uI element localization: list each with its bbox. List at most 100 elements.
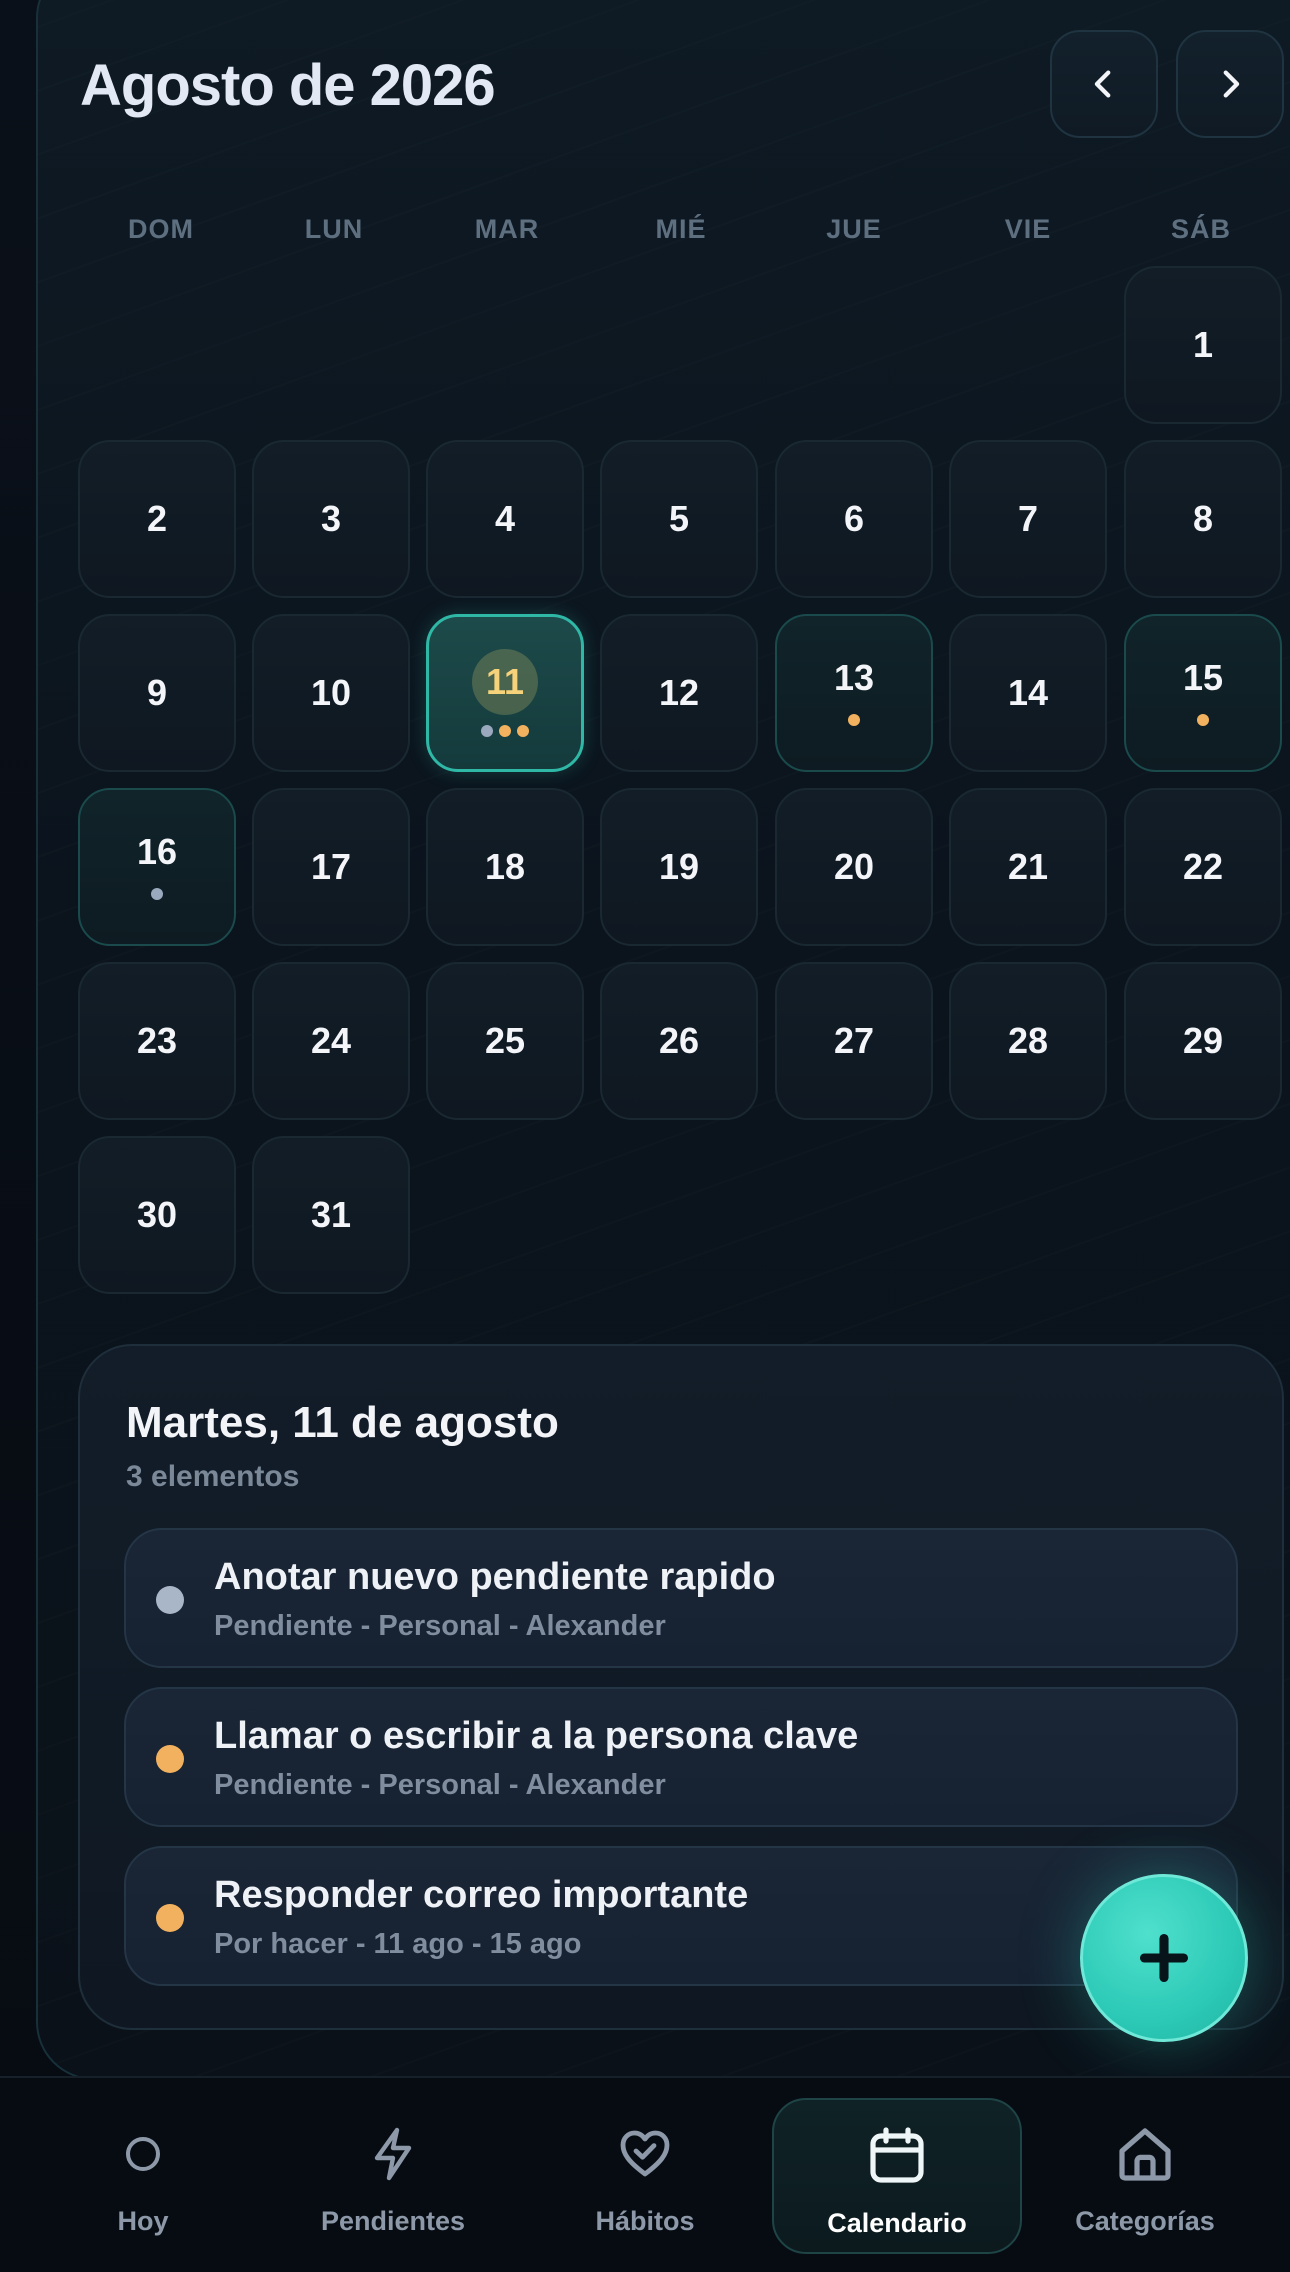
calendar-day[interactable]: 17 xyxy=(252,788,410,946)
weekday-tue: MAR xyxy=(474,214,540,244)
weekday-sun: DOM xyxy=(128,214,194,244)
calendar-day[interactable]: 22 xyxy=(1124,788,1282,946)
day-number: 3 xyxy=(320,498,342,539)
calendar-day[interactable]: 18 xyxy=(426,788,584,946)
day-number: 7 xyxy=(1017,498,1039,539)
event-dot xyxy=(151,888,163,900)
calendar-day[interactable]: 10 xyxy=(252,614,410,772)
agenda-item-meta: Por hacer - 11 ago - 15 ago xyxy=(214,1928,582,1960)
agenda-item[interactable]: Anotar nuevo pendiente rapido Pendiente … xyxy=(124,1528,1238,1668)
weekday-sat: SÁB xyxy=(1170,214,1231,244)
calendar-day[interactable]: 23 xyxy=(78,962,236,1120)
day-number: 11 xyxy=(472,649,538,715)
calendar-day[interactable]: 2 xyxy=(78,440,236,598)
calendar-day[interactable]: 1 xyxy=(1124,266,1282,424)
calendar-day[interactable]: 5 xyxy=(600,440,758,598)
status-dot xyxy=(156,1745,184,1773)
calendar-day[interactable]: 20 xyxy=(775,788,933,946)
agenda-item[interactable]: Llamar o escribir a la persona clave Pen… xyxy=(124,1687,1238,1827)
tab-label: Hábitos xyxy=(595,2206,695,2236)
calendar-day[interactable]: 14 xyxy=(949,614,1107,772)
calendar-day[interactable]: 8 xyxy=(1124,440,1282,598)
day-number: 1 xyxy=(1192,324,1214,365)
weekday-wed: MIÉ xyxy=(655,214,707,244)
calendar-day[interactable]: 11 xyxy=(426,614,584,772)
status-dot xyxy=(156,1904,184,1932)
event-indicators xyxy=(151,888,163,900)
day-number: 22 xyxy=(1182,846,1224,887)
day-number: 14 xyxy=(1007,672,1049,713)
day-number: 6 xyxy=(843,498,865,539)
calendar-day[interactable]: 27 xyxy=(775,962,933,1120)
tab-habitos[interactable]: Hábitos xyxy=(520,2098,770,2254)
previous-month-button[interactable] xyxy=(1050,30,1158,138)
day-number: 26 xyxy=(658,1020,700,1061)
calendar-day[interactable]: 30 xyxy=(78,1136,236,1294)
day-number: 24 xyxy=(310,1020,352,1061)
calendar-day[interactable]: 9 xyxy=(78,614,236,772)
calendar-day[interactable]: 16 xyxy=(78,788,236,946)
day-number: 15 xyxy=(1182,657,1224,698)
day-number: 23 xyxy=(136,1020,178,1061)
day-number: 18 xyxy=(484,846,526,887)
calendar-day[interactable]: 7 xyxy=(949,440,1107,598)
tab-label: Pendientes xyxy=(320,2206,466,2236)
calendar-day[interactable]: 31 xyxy=(252,1136,410,1294)
bolt-icon xyxy=(361,2122,425,2186)
day-number: 5 xyxy=(668,498,690,539)
day-number: 25 xyxy=(484,1020,526,1061)
agenda-item-title: Llamar o escribir a la persona clave xyxy=(214,1715,859,1757)
event-dot xyxy=(517,725,529,737)
day-number: 19 xyxy=(658,846,700,887)
day-number: 4 xyxy=(494,498,516,539)
status-dot xyxy=(156,1586,184,1614)
bottom-navigation: Hoy Pendientes Hábitos Calendario Catego… xyxy=(0,2076,1290,2272)
tab-label: Hoy xyxy=(117,2206,169,2236)
tab-categorias[interactable]: Categorías xyxy=(1020,2098,1270,2254)
calendar-day[interactable]: 13 xyxy=(775,614,933,772)
day-number: 12 xyxy=(658,672,700,713)
event-indicators xyxy=(848,714,860,726)
calendar-day[interactable]: 26 xyxy=(600,962,758,1120)
plus-icon xyxy=(1139,1933,1189,1983)
calendar-day[interactable]: 6 xyxy=(775,440,933,598)
day-number: 21 xyxy=(1007,846,1049,887)
calendar-day[interactable]: 29 xyxy=(1124,962,1282,1120)
calendar-day[interactable]: 24 xyxy=(252,962,410,1120)
event-dot xyxy=(499,725,511,737)
tab-hoy[interactable]: Hoy xyxy=(18,2098,268,2254)
weekday-thu: JUE xyxy=(826,214,882,244)
event-dot xyxy=(1197,714,1209,726)
add-item-button[interactable] xyxy=(1080,1874,1248,2042)
circle-icon xyxy=(111,2122,175,2186)
day-number: 31 xyxy=(310,1194,352,1235)
home-icon xyxy=(1113,2122,1177,2186)
calendar-icon xyxy=(865,2124,929,2188)
calendar-day[interactable]: 12 xyxy=(600,614,758,772)
day-number: 8 xyxy=(1192,498,1214,539)
day-number: 13 xyxy=(833,657,875,698)
event-indicators xyxy=(1197,714,1209,726)
day-number: 9 xyxy=(146,672,168,713)
calendar-day[interactable]: 21 xyxy=(949,788,1107,946)
calendar-day[interactable]: 4 xyxy=(426,440,584,598)
day-number: 16 xyxy=(136,831,178,872)
month-title: Agosto de 2026 xyxy=(80,53,496,118)
agenda-item[interactable]: Responder correo importante Por hacer - … xyxy=(124,1846,1238,1986)
chevron-left-icon xyxy=(1094,70,1111,98)
calendar-day[interactable]: 15 xyxy=(1124,614,1282,772)
next-month-button[interactable] xyxy=(1176,30,1284,138)
calendar-day[interactable]: 3 xyxy=(252,440,410,598)
tab-pendientes[interactable]: Pendientes xyxy=(268,2098,518,2254)
event-dot xyxy=(481,725,493,737)
calendar-day[interactable]: 19 xyxy=(600,788,758,946)
calendar-day[interactable]: 25 xyxy=(426,962,584,1120)
agenda-item-title: Responder correo importante xyxy=(214,1874,749,1916)
calendar-day[interactable]: 28 xyxy=(949,962,1107,1120)
agenda-item-meta: Pendiente - Personal - Alexander xyxy=(214,1769,666,1801)
day-number: 28 xyxy=(1007,1020,1049,1061)
agenda-count: 3 elementos xyxy=(126,1460,300,1493)
tab-calendario[interactable]: Calendario xyxy=(772,2098,1022,2254)
agenda-title: Martes, 11 de agosto xyxy=(126,1398,559,1447)
event-indicators xyxy=(481,725,529,737)
